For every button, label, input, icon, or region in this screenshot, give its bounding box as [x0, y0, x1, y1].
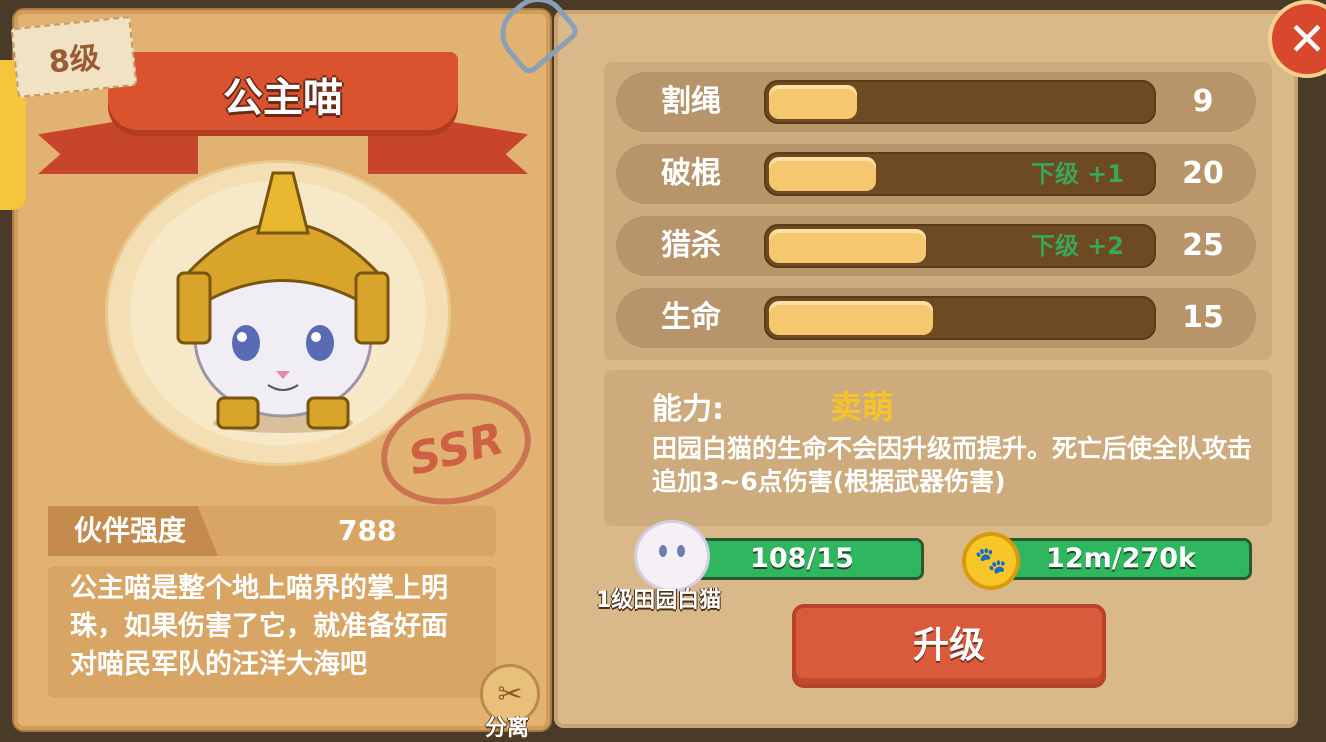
gold-cost-bar: 12m/270k	[990, 538, 1252, 580]
hero-name: 公主喵	[223, 75, 343, 121]
stat-value: 25	[1182, 228, 1224, 263]
stat-row-break-stick: 破棍 下级 +1 20	[616, 144, 1256, 204]
stat-bar-fill	[769, 157, 876, 191]
stat-row-hunt: 猎杀 下级 +2 25	[616, 216, 1256, 276]
stat-bar: 下级 +1	[764, 152, 1156, 196]
paw-coin-icon: 🐾	[962, 532, 1020, 590]
stat-value: 20	[1182, 156, 1224, 191]
stat-bar-fill	[769, 229, 926, 263]
name-banner: 公主喵	[108, 52, 458, 136]
stat-name: 割绳	[661, 84, 721, 119]
stat-bonus: 下级 +1	[1030, 160, 1124, 188]
power-value: 788	[338, 514, 397, 547]
stat-bar-fill	[769, 85, 857, 119]
ability-label: 能力:	[652, 392, 724, 427]
power-label: 伙伴强度	[48, 506, 218, 556]
stat-value: 15	[1182, 300, 1224, 335]
split-button[interactable]: ✂ 分离	[474, 660, 540, 741]
stat-row-cut-rope: 割绳 9	[616, 72, 1256, 132]
stat-bar-fill	[769, 301, 933, 335]
stat-row-life: 生命 15	[616, 288, 1256, 348]
stat-bar	[764, 80, 1156, 124]
material-cat-name: 1级田园白猫	[596, 588, 722, 613]
stat-value: 9	[1192, 84, 1214, 119]
ability-description: 田园白猫的生命不会因升级而提升。死亡后使全队攻击追加3~6点伤害(根据武器伤害)	[652, 434, 1253, 496]
material-count-bar: 108/15	[680, 538, 924, 580]
ability-name: 卖萌	[830, 388, 895, 426]
level-badge: 8级	[10, 15, 138, 99]
stat-name: 猎杀	[661, 228, 721, 263]
split-label: 分离	[484, 716, 529, 741]
power-row: 伙伴强度 788	[48, 506, 496, 556]
stat-name: 生命	[661, 300, 721, 335]
stat-name: 破棍	[661, 156, 721, 191]
hero-description: 公主喵是整个地上喵界的掌上明珠，如果伤害了它，就准备好面对喵民军队的汪洋大海吧	[48, 566, 496, 698]
stat-bar	[764, 296, 1156, 340]
stat-bonus: 下级 +2	[1030, 232, 1124, 260]
stat-bar: 下级 +2	[764, 224, 1156, 268]
samurai-cat-icon	[176, 171, 390, 433]
upgrade-button[interactable]: 升级	[792, 604, 1106, 688]
